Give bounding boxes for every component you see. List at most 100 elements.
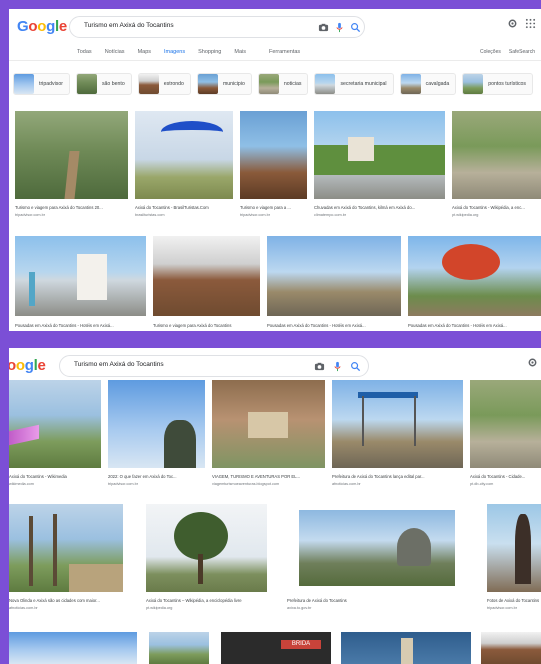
- tab-noticias[interactable]: Notícias: [105, 49, 125, 55]
- result-thumbnail[interactable]: [341, 632, 471, 664]
- result-thumbnail[interactable]: [153, 236, 260, 316]
- result-thumbnail[interactable]: [332, 380, 463, 468]
- chip-sao-bento[interactable]: são bento: [75, 73, 132, 95]
- camera-icon[interactable]: [314, 361, 325, 372]
- image-result[interactable]: 2022: O que fazer em Axixá do Toc... tri…: [108, 380, 205, 492]
- image-result[interactable]: Axixá do Tocantins – Wikipédia, a encicl…: [146, 504, 267, 616]
- image-result[interactable]: Prefeitura de Axixá do Tocantins axixa.t…: [287, 504, 473, 616]
- result-thumbnail[interactable]: [108, 380, 205, 468]
- tab-imagens[interactable]: Imagens: [164, 49, 185, 55]
- result-thumbnail[interactable]: [15, 236, 146, 316]
- image-result[interactable]: Chuvadas em Axixá do Tocantins, kilmá em…: [314, 111, 445, 226]
- search-box[interactable]: Turismo em Axixá do Tocantins: [69, 16, 365, 38]
- result-caption[interactable]: Turismo e viagem para Axixá do Tocantins…: [15, 205, 128, 210]
- image-result[interactable]: Prefeitura de Axixá do Tocantins lança e…: [332, 380, 463, 492]
- result-caption[interactable]: Pousadas em Axixá do Tocantins - Hotéis …: [408, 323, 541, 328]
- safesearch-link[interactable]: SafeSearch: [509, 49, 535, 55]
- image-result[interactable]: BRIDA: [221, 632, 331, 664]
- search-input[interactable]: Turismo em Axixá do Tocantins: [84, 22, 174, 29]
- settings-icon[interactable]: [527, 357, 538, 368]
- result-caption[interactable]: Chuvadas em Axixá do Tocantins, kilmá em…: [314, 205, 445, 210]
- search-icon[interactable]: [350, 361, 361, 372]
- result-caption[interactable]: Turismo e viagem para Axixá do Tocantins: [153, 323, 260, 328]
- settings-icon[interactable]: [507, 18, 518, 29]
- result-caption[interactable]: Pousadas em Axixá do Tocantins - Hotéis …: [15, 323, 146, 328]
- search-icon[interactable]: [350, 22, 361, 33]
- result-thumbnail[interactable]: [267, 236, 401, 316]
- colecoes-link[interactable]: Coleções: [480, 49, 501, 55]
- image-result[interactable]: [9, 632, 137, 664]
- camera-icon[interactable]: [318, 22, 329, 33]
- result-thumbnail[interactable]: [146, 504, 267, 592]
- image-result[interactable]: Nova Olinda e Axixá são as cidades com m…: [9, 504, 123, 616]
- result-caption[interactable]: VIAGEM, TURISMO E AVENTURAS POR EL...: [212, 474, 325, 479]
- image-result[interactable]: Pousadas em Axixá do Tocantins - Hotéis …: [408, 236, 541, 331]
- result-caption[interactable]: Axixá do Tocantins - Cidade...: [470, 474, 541, 479]
- image-result[interactable]: Fotos de Axixá do Tocantins tripadvisor.…: [487, 504, 541, 616]
- google-logo[interactable]: Google: [17, 18, 67, 35]
- result-thumbnail[interactable]: [287, 504, 473, 592]
- image-result[interactable]: VIAGEM, TURISMO E AVENTURAS POR EL... vi…: [212, 380, 325, 492]
- result-thumbnail[interactable]: [149, 632, 209, 664]
- image-result[interactable]: [481, 632, 541, 664]
- tab-maps[interactable]: Maps: [138, 49, 151, 55]
- image-result[interactable]: Axixá do Tocantins - Cidade... pt.db-cit…: [470, 380, 541, 492]
- result-thumbnail[interactable]: [481, 632, 541, 664]
- result-thumbnail[interactable]: [470, 380, 541, 468]
- result-caption[interactable]: Axixá do Tocantins - Wikimedia: [9, 474, 101, 479]
- image-result[interactable]: [341, 632, 471, 664]
- image-result[interactable]: Axixá do Tocantins - BrasilTuristas.Com …: [135, 111, 233, 226]
- image-result[interactable]: Pousadas em Axixá do Tocantins - Hotéis …: [267, 236, 401, 331]
- result-caption[interactable]: Fotos de Axixá do Tocantins: [487, 598, 541, 603]
- image-result[interactable]: [149, 632, 209, 664]
- chip-municipio[interactable]: municipio: [196, 73, 252, 95]
- chip-pontos-turisticos[interactable]: pontos turísticos: [462, 73, 534, 95]
- image-result[interactable]: Turismo e viagem para Axixá do Tocantins: [153, 236, 260, 331]
- tab-todas[interactable]: Todas: [77, 49, 92, 55]
- result-caption[interactable]: Pousadas em Axixá do Tocantins - Hotéis …: [267, 323, 401, 328]
- result-caption[interactable]: Prefeitura de Axixá do Tocantins lança e…: [332, 474, 463, 479]
- result-caption[interactable]: Nova Olinda e Axixá são as cidades com m…: [9, 598, 123, 603]
- chip-tripadvisor[interactable]: tripadvisor: [13, 73, 70, 95]
- result-thumbnail[interactable]: BRIDA: [221, 632, 331, 664]
- result-caption[interactable]: Turismo e viagem para a ...: [240, 205, 307, 210]
- chip-label: são bento: [101, 81, 125, 87]
- tab-ferramentas[interactable]: Ferramentas: [269, 49, 300, 55]
- chip-label: estrondo: [163, 81, 184, 87]
- result-thumbnail[interactable]: [135, 111, 233, 199]
- tab-mais[interactable]: Mais: [234, 49, 246, 55]
- result-thumbnail[interactable]: [452, 111, 541, 199]
- image-result[interactable]: Turismo e viagem para a ... tripadvisor.…: [240, 111, 307, 226]
- google-logo[interactable]: oogle: [9, 357, 46, 374]
- result-thumbnail[interactable]: [408, 236, 541, 316]
- result-caption[interactable]: Axixá do Tocantins - BrasilTuristas.Com: [135, 205, 233, 210]
- result-thumbnail[interactable]: [314, 111, 445, 199]
- search-input[interactable]: Turismo em Axixá do Tocantins: [74, 361, 164, 368]
- image-result[interactable]: Pousadas em Axixá do Tocantins - Hotéis …: [15, 236, 146, 331]
- result-caption[interactable]: Axixá do Tocantins - Wikipédia, a enc...: [452, 205, 541, 210]
- result-thumbnail[interactable]: [9, 504, 123, 592]
- search-box[interactable]: Turismo em Axixá do Tocantins: [59, 355, 369, 377]
- image-result[interactable]: Axixá do Tocantins - Wikipédia, a enc...…: [452, 111, 541, 226]
- chip-secretaria[interactable]: secretaria municipal: [314, 73, 394, 95]
- apps-icon[interactable]: [525, 18, 536, 29]
- chip-estrondo[interactable]: estrondo: [137, 73, 191, 95]
- result-caption[interactable]: 2022: O que fazer em Axixá do Toc...: [108, 474, 205, 479]
- result-caption[interactable]: Prefeitura de Axixá do Tocantins: [287, 598, 473, 603]
- screenshot-bottom: oogle Turismo em Axixá do Tocantins Axix…: [9, 348, 541, 664]
- chip-noticias[interactable]: noticias: [257, 73, 309, 95]
- chip-cavalgada[interactable]: cavalgada: [399, 73, 457, 95]
- result-thumbnail[interactable]: [15, 111, 128, 199]
- image-result[interactable]: Axixá do Tocantins - Wikimedia wikimedia…: [9, 380, 101, 492]
- mic-icon[interactable]: [332, 361, 343, 372]
- result-thumbnail[interactable]: [212, 380, 325, 468]
- mic-icon[interactable]: [334, 22, 345, 33]
- result-caption[interactable]: Axixá do Tocantins – Wikipédia, a encicl…: [146, 598, 267, 603]
- image-result[interactable]: Turismo e viagem para Axixá do Tocantins…: [15, 111, 128, 226]
- search-tabs: Todas Notícias Maps Imagens Shopping Mai…: [77, 49, 300, 55]
- result-thumbnail[interactable]: [487, 504, 541, 592]
- tab-shopping[interactable]: Shopping: [198, 49, 221, 55]
- result-thumbnail[interactable]: [9, 632, 137, 664]
- result-thumbnail[interactable]: [9, 380, 101, 468]
- result-thumbnail[interactable]: [240, 111, 307, 199]
